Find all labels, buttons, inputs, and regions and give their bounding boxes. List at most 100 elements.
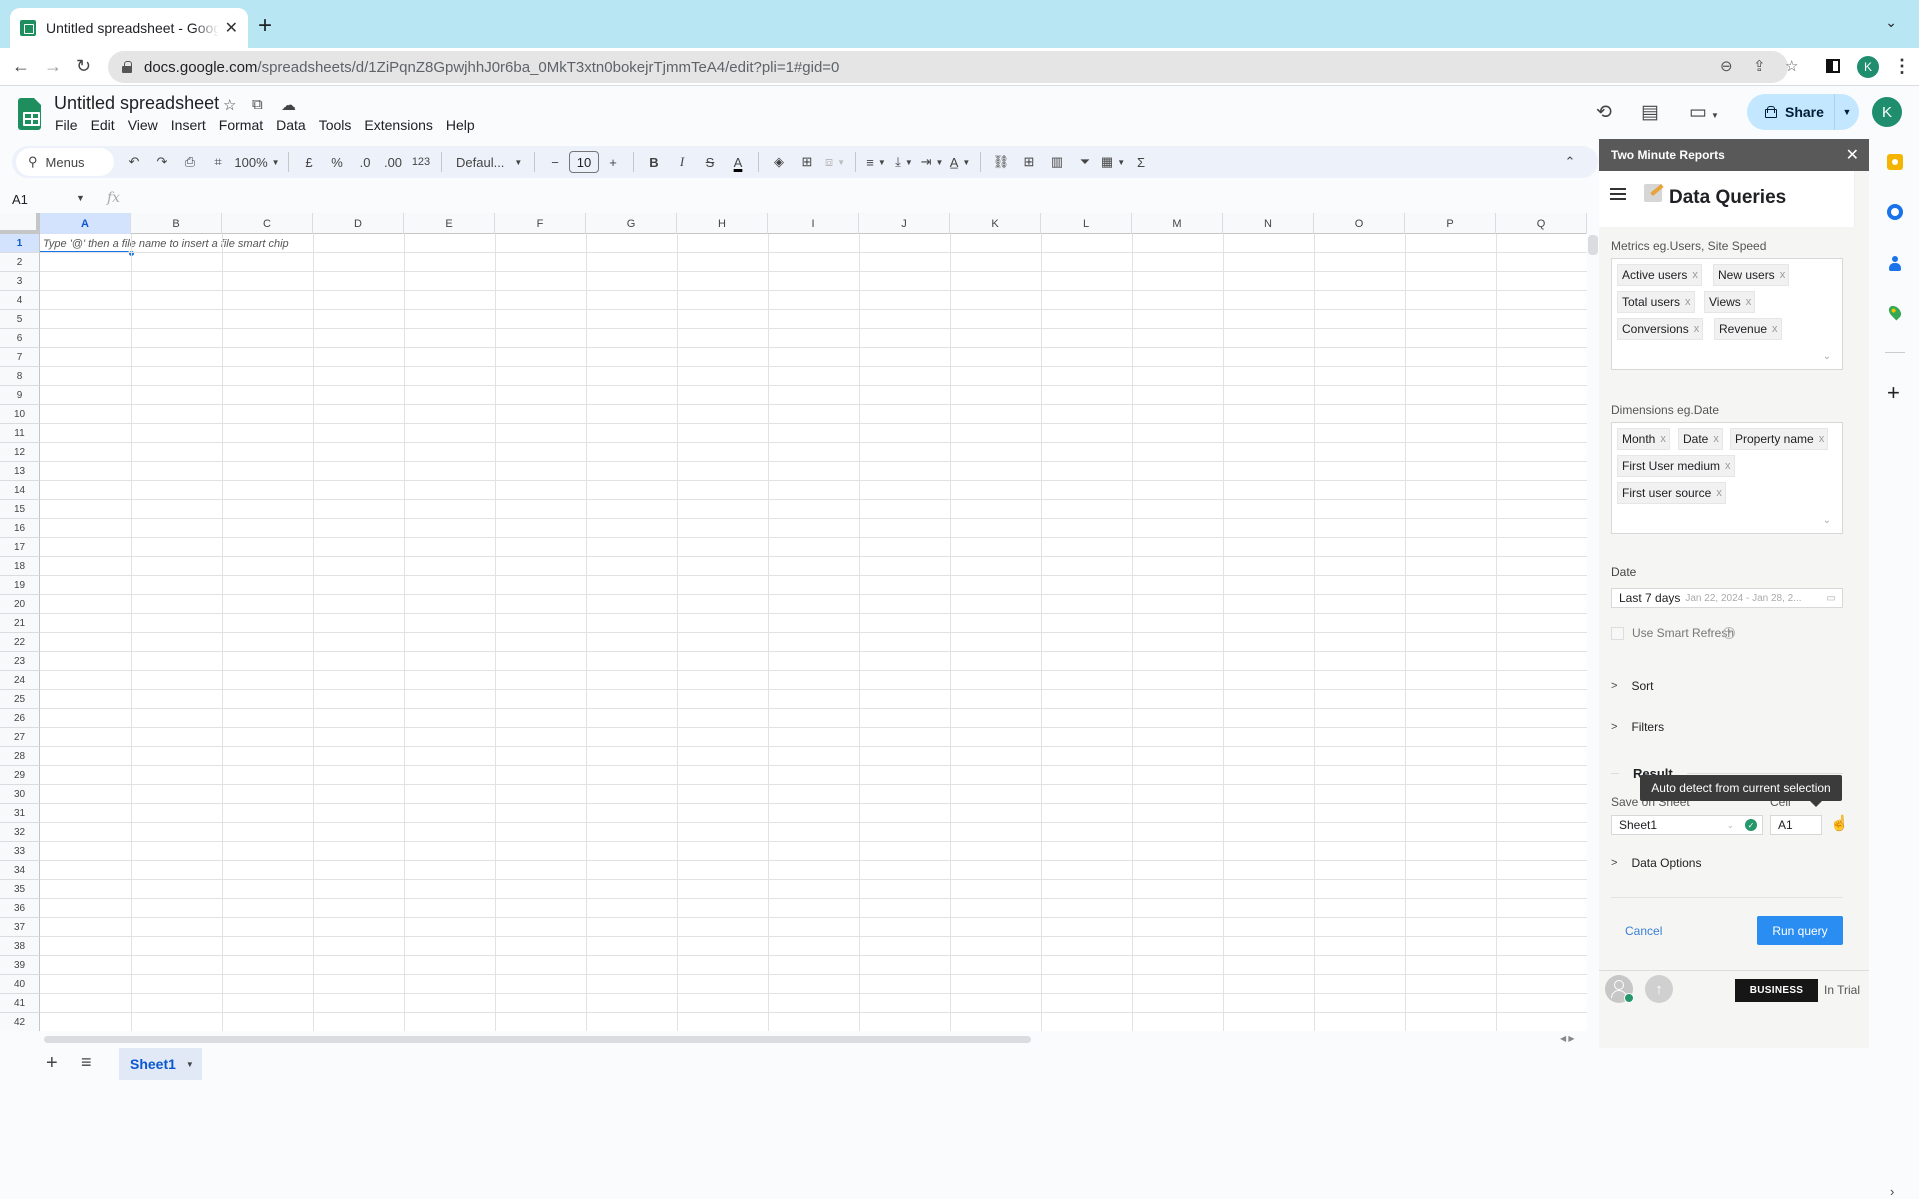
row-header[interactable]: 9 bbox=[0, 386, 40, 405]
text-wrapping-icon[interactable]: ⇥ ▼ bbox=[918, 149, 946, 175]
fill-color-icon[interactable]: ◈ bbox=[765, 149, 793, 175]
smart-refresh-checkbox[interactable] bbox=[1611, 627, 1624, 640]
row-header[interactable]: 5 bbox=[0, 310, 40, 329]
row-header[interactable]: 8 bbox=[0, 367, 40, 386]
reload-icon[interactable]: ↻ bbox=[76, 56, 91, 77]
row-header[interactable]: 14 bbox=[0, 481, 40, 500]
row-header[interactable]: 21 bbox=[0, 614, 40, 633]
select-all-corner[interactable] bbox=[0, 213, 40, 234]
expand-panel-chevron-icon[interactable]: › bbox=[1890, 1184, 1894, 1199]
column-header[interactable]: P bbox=[1405, 213, 1496, 234]
menu-tools[interactable]: Tools bbox=[319, 117, 352, 133]
row-header[interactable]: 26 bbox=[0, 709, 40, 728]
row-header[interactable]: 29 bbox=[0, 766, 40, 785]
column-header[interactable]: L bbox=[1041, 213, 1132, 234]
row-header[interactable]: 4 bbox=[0, 291, 40, 310]
column-header[interactable]: A bbox=[40, 213, 131, 234]
print-icon[interactable]: ⎙ bbox=[176, 149, 204, 175]
zoom-out-icon[interactable]: ⊖ bbox=[1720, 57, 1733, 75]
collapse-toolbar-icon[interactable]: ⌃ bbox=[1556, 149, 1584, 175]
auto-detect-pointer-icon[interactable]: ☝ bbox=[1830, 814, 1849, 832]
sheet-tab[interactable]: Sheet1 ▼ bbox=[119, 1048, 202, 1080]
row-header[interactable]: 24 bbox=[0, 671, 40, 690]
column-header[interactable]: E bbox=[404, 213, 495, 234]
filter-views-icon[interactable]: ▦ ▼ bbox=[1099, 149, 1127, 175]
column-header[interactable]: F bbox=[495, 213, 586, 234]
undo-icon[interactable]: ↶ bbox=[120, 149, 148, 175]
menu-extensions[interactable]: Extensions bbox=[364, 117, 432, 133]
row-header[interactable]: 7 bbox=[0, 348, 40, 367]
user-account-icon[interactable] bbox=[1605, 975, 1634, 1003]
redo-icon[interactable]: ↷ bbox=[148, 149, 176, 175]
tab-search-chevron-icon[interactable]: ⌄ bbox=[1885, 14, 1897, 31]
remove-tag-icon[interactable]: x bbox=[1772, 323, 1778, 335]
menu-edit[interactable]: Edit bbox=[91, 117, 115, 133]
vertical-align-icon[interactable]: ⤓ ▼ bbox=[890, 149, 918, 175]
menu-data[interactable]: Data bbox=[276, 117, 306, 133]
keep-icon[interactable] bbox=[1887, 154, 1903, 170]
paint-format-icon[interactable]: ⌗ bbox=[204, 149, 232, 175]
row-header[interactable]: 31 bbox=[0, 804, 40, 823]
row-header[interactable]: 11 bbox=[0, 424, 40, 443]
meet-camera-icon[interactable]: ▭ ▼ bbox=[1689, 101, 1719, 124]
remove-tag-icon[interactable]: x bbox=[1746, 296, 1752, 308]
column-header[interactable]: J bbox=[859, 213, 950, 234]
back-icon[interactable]: ← bbox=[12, 56, 30, 77]
column-header[interactable]: O bbox=[1314, 213, 1405, 234]
browser-profile-avatar[interactable]: K bbox=[1857, 56, 1879, 78]
borders-icon[interactable]: ⊞ bbox=[793, 149, 821, 175]
font-size-input[interactable]: 10 bbox=[569, 151, 599, 173]
row-header[interactable]: 33 bbox=[0, 842, 40, 861]
search-menus-input[interactable]: ⚲ Menus bbox=[16, 148, 114, 176]
remove-tag-icon[interactable]: x bbox=[1713, 433, 1719, 445]
column-header[interactable]: I bbox=[768, 213, 859, 234]
row-header[interactable]: 22 bbox=[0, 633, 40, 652]
column-header[interactable]: C bbox=[222, 213, 313, 234]
row-header[interactable]: 19 bbox=[0, 576, 40, 595]
row-header[interactable]: 3 bbox=[0, 272, 40, 291]
remove-tag-icon[interactable]: x bbox=[1780, 269, 1786, 281]
dimensions-select[interactable]: Month x Date x Property name x First User m… bbox=[1611, 422, 1843, 534]
row-header[interactable]: 13 bbox=[0, 462, 40, 481]
row-header[interactable]: 6 bbox=[0, 329, 40, 348]
filter-icon[interactable]: ⏷ bbox=[1071, 149, 1099, 175]
account-avatar[interactable]: K bbox=[1872, 97, 1902, 127]
close-tab-icon[interactable]: ✕ bbox=[225, 18, 238, 38]
zoom-select[interactable]: 100% ▼ bbox=[232, 149, 282, 175]
share-dropdown-icon[interactable]: ▼ bbox=[1835, 107, 1859, 117]
caret-down-icon[interactable]: ▼ bbox=[186, 1060, 194, 1069]
chevron-down-icon[interactable]: ⌄ bbox=[1823, 515, 1831, 526]
remove-tag-icon[interactable]: x bbox=[1819, 433, 1825, 445]
row-header[interactable]: 20 bbox=[0, 595, 40, 614]
vertical-scrollbar[interactable] bbox=[1588, 235, 1598, 255]
document-title[interactable]: Untitled spreadsheet bbox=[54, 93, 219, 114]
column-header[interactable]: D bbox=[313, 213, 404, 234]
add-sheet-icon[interactable]: + bbox=[46, 1052, 58, 1075]
row-header[interactable]: 30 bbox=[0, 785, 40, 804]
name-box[interactable]: A1 bbox=[12, 192, 28, 207]
format-currency-button[interactable]: £ bbox=[295, 149, 323, 175]
close-icon[interactable]: ✕ bbox=[1846, 145, 1859, 165]
increase-decimal-button[interactable]: .00 bbox=[379, 149, 407, 175]
comments-icon[interactable]: ▤ bbox=[1641, 101, 1659, 124]
version-history-icon[interactable]: ⟲ bbox=[1596, 101, 1612, 124]
date-range-picker[interactable]: Last 7 days Jan 22, 2024 - Jan 28, 2... … bbox=[1611, 588, 1843, 608]
column-header[interactable]: B bbox=[131, 213, 222, 234]
chevron-down-icon[interactable]: ⌄ bbox=[1823, 351, 1831, 362]
menu-file[interactable]: File bbox=[55, 117, 78, 133]
bold-button[interactable]: B bbox=[640, 149, 668, 175]
column-header[interactable]: M bbox=[1132, 213, 1223, 234]
row-header[interactable]: 10 bbox=[0, 405, 40, 424]
scroll-arrows-icon[interactable]: ◀ ▶ bbox=[1560, 1034, 1575, 1043]
column-header[interactable]: H bbox=[677, 213, 768, 234]
row-header[interactable]: 38 bbox=[0, 937, 40, 956]
sheets-logo-icon[interactable] bbox=[18, 98, 41, 130]
remove-tag-icon[interactable]: x bbox=[1692, 269, 1698, 281]
row-header[interactable]: 2 bbox=[0, 253, 40, 272]
side-panel-icon[interactable] bbox=[1826, 59, 1840, 73]
run-query-button[interactable]: Run query bbox=[1757, 916, 1843, 945]
row-header[interactable]: 36 bbox=[0, 899, 40, 918]
browser-menu-icon[interactable]: ⋮ bbox=[1893, 56, 1911, 77]
star-icon[interactable]: ☆ bbox=[223, 96, 236, 114]
maps-icon[interactable] bbox=[1886, 303, 1904, 321]
